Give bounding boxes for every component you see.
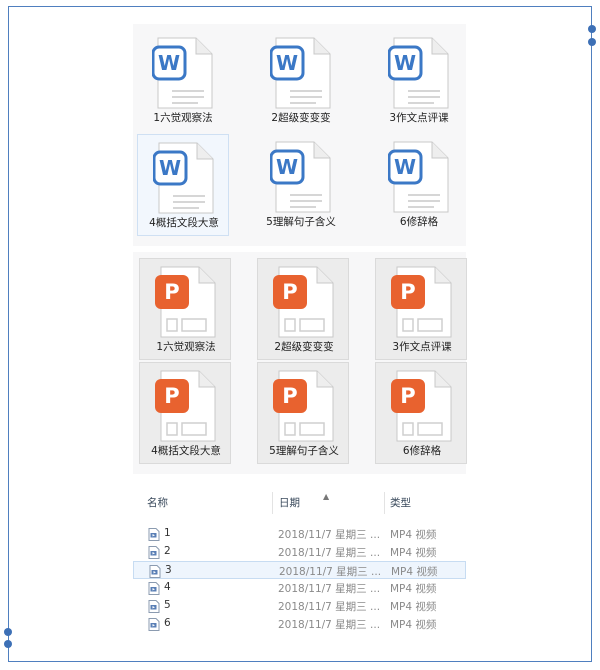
frame-dot-bottom-left-1 [4, 628, 12, 636]
word-document-icon: W [388, 37, 449, 109]
file-label: 3作文点评课 [392, 341, 452, 353]
file-label: 4概括文段大意 [151, 445, 221, 457]
ppt-document-icon: P [273, 370, 334, 442]
video-file-icon [148, 582, 160, 595]
file-name: 4 [164, 581, 171, 593]
file-name: 3 [165, 564, 172, 576]
ppt-file-tile[interactable]: P 2超级变变变 [257, 258, 349, 360]
column-header-name[interactable]: 名称 [147, 490, 267, 516]
svg-text:W: W [276, 155, 298, 179]
file-name: 6 [164, 617, 171, 629]
file-date: 2018/11/7 星期三 ... [278, 619, 381, 631]
file-label: 4概括文段大意 [149, 217, 219, 229]
file-date: 2018/11/7 星期三 ... [278, 547, 381, 559]
ppt-file-tile[interactable]: P 4概括文段大意 [139, 362, 231, 464]
svg-text:W: W [394, 155, 416, 179]
file-type: MP4 视频 [390, 601, 437, 613]
svg-text:P: P [400, 280, 415, 304]
word-document-icon: W [153, 142, 214, 214]
ppt-document-icon: P [391, 266, 452, 338]
video-file-icon [148, 546, 160, 559]
ppt-file-tile[interactable]: P 6修辞格 [375, 362, 467, 464]
file-type: MP4 视频 [390, 583, 437, 595]
file-type: MP4 视频 [390, 619, 437, 631]
word-document-icon: W [388, 141, 449, 213]
svg-text:P: P [164, 384, 179, 408]
svg-text:P: P [282, 384, 297, 408]
file-type: MP4 视频 [391, 566, 438, 578]
file-label: 1六觉观察法 [156, 341, 216, 353]
frame-dot-bottom-left-2 [4, 640, 12, 648]
ppt-document-icon: P [391, 370, 452, 442]
svg-text:W: W [276, 51, 298, 75]
frame-dot-top-right-2 [588, 38, 596, 46]
table-row[interactable]: 4 2018/11/7 星期三 ... MP4 视频 [133, 579, 466, 597]
svg-text:P: P [164, 280, 179, 304]
ppt-file-tile[interactable]: P 3作文点评课 [375, 258, 467, 360]
ppt-files-panel: P 1六觉观察法 P 2超级变变变 P 3作文点评课 P 4概括文段大意 P 5… [133, 252, 467, 474]
file-label: 6修辞格 [399, 216, 439, 228]
file-label: 5理解句子含义 [269, 445, 339, 457]
file-type: MP4 视频 [390, 547, 437, 559]
table-row[interactable]: 1 2018/11/7 星期三 ... MP4 视频 [133, 525, 466, 543]
file-name: 5 [164, 599, 171, 611]
file-date: 2018/11/7 星期三 ... [278, 583, 381, 595]
svg-text:P: P [282, 280, 297, 304]
video-file-icon [148, 600, 160, 613]
file-type: MP4 视频 [390, 529, 437, 541]
file-name: 1 [164, 527, 171, 539]
file-date: 2018/11/7 星期三 ... [279, 566, 382, 578]
svg-text:W: W [159, 156, 181, 180]
svg-text:P: P [400, 384, 415, 408]
word-document-icon: W [270, 141, 331, 213]
file-name: 2 [164, 545, 171, 557]
ppt-file-tile[interactable]: P 1六觉观察法 [139, 258, 231, 360]
file-label: 6修辞格 [402, 445, 442, 457]
word-file-tile[interactable]: W 1六觉观察法 [137, 30, 229, 132]
table-row[interactable]: 2 2018/11/7 星期三 ... MP4 视频 [133, 543, 466, 561]
video-file-icon [148, 618, 160, 631]
column-header-date[interactable]: 日期 [279, 490, 379, 516]
video-file-icon [149, 565, 161, 578]
file-label: 2超级变变变 [271, 112, 331, 124]
word-file-tile[interactable]: W 2超级变变变 [255, 30, 347, 132]
column-separator[interactable] [272, 492, 273, 514]
file-list-view: ▲ 名称 日期 类型 1 2018/11/7 星期三 ... MP4 视频 2 … [133, 490, 466, 640]
file-date: 2018/11/7 星期三 ... [278, 529, 381, 541]
file-date: 2018/11/7 星期三 ... [278, 601, 381, 613]
file-label: 2超级变变变 [274, 341, 334, 353]
table-row-selected[interactable]: 3 2018/11/7 星期三 ... MP4 视频 [133, 561, 466, 579]
table-row[interactable]: 6 2018/11/7 星期三 ... MP4 视频 [133, 615, 466, 633]
word-file-tile-selected[interactable]: W 4概括文段大意 [137, 134, 229, 236]
word-document-icon: W [152, 37, 213, 109]
file-label: 3作文点评课 [389, 112, 449, 124]
word-document-icon: W [270, 37, 331, 109]
svg-text:W: W [394, 51, 416, 75]
video-file-icon [148, 528, 160, 541]
column-header-type[interactable]: 类型 [390, 490, 460, 516]
word-file-tile[interactable]: W 5理解句子含义 [255, 134, 347, 236]
word-file-tile[interactable]: W 6修辞格 [373, 134, 465, 236]
file-label: 5理解句子含义 [266, 216, 336, 228]
word-files-panel: W 1六觉观察法 W 2超级变变变 W 3作文点评课 W 4概括文段大意 W 5… [133, 24, 466, 246]
table-row[interactable]: 5 2018/11/7 星期三 ... MP4 视频 [133, 597, 466, 615]
file-label: 1六觉观察法 [153, 112, 213, 124]
word-file-tile[interactable]: W 3作文点评课 [373, 30, 465, 132]
frame-dot-top-right-1 [588, 25, 596, 33]
ppt-document-icon: P [273, 266, 334, 338]
ppt-file-tile[interactable]: P 5理解句子含义 [257, 362, 349, 464]
column-separator[interactable] [384, 492, 385, 514]
ppt-document-icon: P [155, 370, 216, 442]
ppt-document-icon: P [155, 266, 216, 338]
svg-text:W: W [158, 51, 180, 75]
